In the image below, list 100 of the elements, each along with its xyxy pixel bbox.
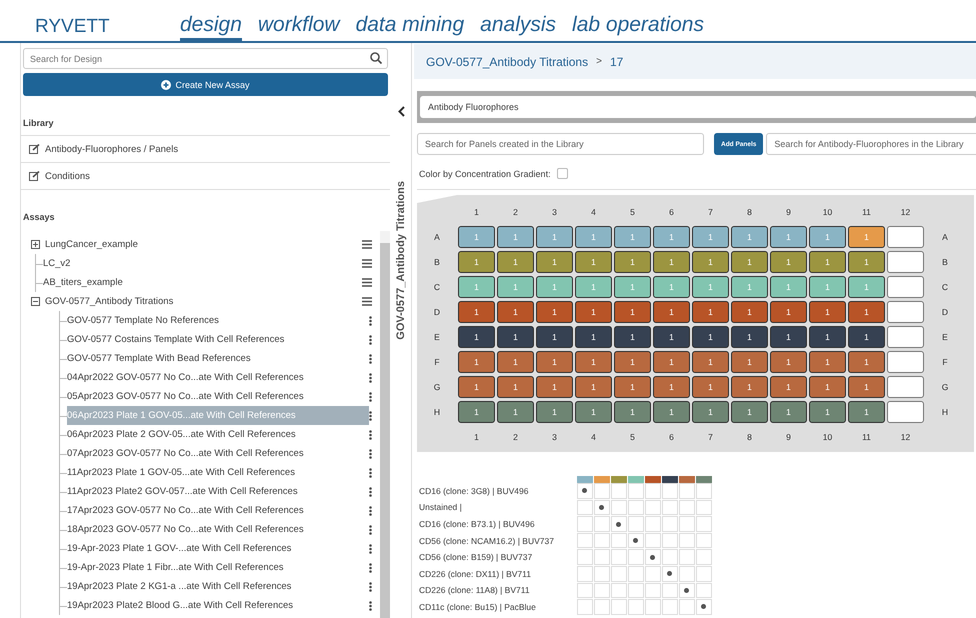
- plate-well[interactable]: 1: [575, 300, 612, 323]
- more-options-icon[interactable]: [369, 334, 372, 344]
- assignment-cell[interactable]: [662, 582, 678, 598]
- assignment-cell[interactable]: [576, 483, 592, 499]
- assignment-cell[interactable]: [662, 599, 678, 615]
- plate-well[interactable]: 1: [692, 351, 729, 374]
- plate-well[interactable]: [887, 351, 924, 374]
- collapse-icon[interactable]: [31, 297, 40, 306]
- plate-well[interactable]: 1: [770, 300, 807, 323]
- plate-well[interactable]: 1: [692, 300, 729, 323]
- more-options-icon[interactable]: [369, 524, 372, 534]
- assignment-cell[interactable]: [644, 516, 660, 532]
- more-options-icon[interactable]: [369, 562, 372, 572]
- plate-well[interactable]: 1: [614, 326, 651, 348]
- plate-well[interactable]: 1: [692, 226, 729, 248]
- plate-well[interactable]: 1: [536, 226, 573, 248]
- tree-item[interactable]: 17Apr2023 GOV-0577 No Co...ate With Cell References: [67, 501, 369, 520]
- plate-well[interactable]: 1: [848, 250, 885, 273]
- nav-tab[interactable]: data mining: [356, 13, 464, 41]
- plate-well[interactable]: 1: [575, 250, 612, 273]
- assignment-cell[interactable]: [644, 500, 660, 516]
- fluorophore-search-field[interactable]: Search for Antibody-Fluorophores in the Library: [766, 133, 976, 155]
- plate-well[interactable]: 1: [731, 300, 768, 323]
- assignment-cell[interactable]: [662, 549, 678, 565]
- plate-well[interactable]: 1: [731, 376, 768, 398]
- assignment-cell[interactable]: [696, 516, 712, 532]
- assignment-cell[interactable]: [594, 516, 610, 532]
- assignment-cell[interactable]: [678, 483, 694, 499]
- assignment-cell[interactable]: [662, 516, 678, 532]
- assignment-cell[interactable]: [576, 500, 592, 516]
- more-options-icon[interactable]: [369, 448, 372, 458]
- plate-well[interactable]: 1: [614, 300, 651, 323]
- assignment-cell[interactable]: [610, 483, 626, 499]
- plate-well[interactable]: 1: [614, 401, 651, 424]
- plate-well[interactable]: 1: [692, 376, 729, 398]
- more-options-icon[interactable]: [369, 430, 372, 440]
- plate-well[interactable]: 1: [692, 326, 729, 348]
- plate-well[interactable]: 1: [653, 376, 690, 398]
- app-logo[interactable]: RYVETT: [35, 16, 180, 41]
- plate-well[interactable]: 1: [731, 401, 768, 424]
- plate-well[interactable]: 1: [614, 250, 651, 273]
- plate-well[interactable]: 1: [458, 226, 495, 248]
- plate-well[interactable]: 1: [536, 250, 573, 273]
- assignment-cell[interactable]: [628, 549, 644, 565]
- library-item[interactable]: Antibody-Fluorophores / Panels: [21, 135, 390, 162]
- tree-item[interactable]: GOV-0577 Template With Bead References: [67, 349, 369, 368]
- plate-well[interactable]: 1: [497, 326, 534, 348]
- plate-well[interactable]: 1: [809, 351, 846, 374]
- more-options-icon[interactable]: [369, 486, 372, 496]
- assignment-cell[interactable]: [644, 532, 660, 548]
- plate-well[interactable]: 1: [809, 226, 846, 248]
- assignment-cell[interactable]: [696, 566, 712, 582]
- plate-well[interactable]: [887, 250, 924, 273]
- assignment-cell[interactable]: [662, 566, 678, 582]
- assignment-cell[interactable]: [594, 532, 610, 548]
- assignment-cell[interactable]: [610, 566, 626, 582]
- plate-well[interactable]: [887, 300, 924, 323]
- scrollbar[interactable]: [380, 231, 390, 618]
- plate-well[interactable]: [887, 226, 924, 248]
- assignment-cell[interactable]: [644, 566, 660, 582]
- assignment-cell[interactable]: [628, 566, 644, 582]
- more-options-icon[interactable]: [369, 392, 372, 402]
- assignment-cell[interactable]: [594, 500, 610, 516]
- tree-item[interactable]: AB_titers_example: [31, 273, 380, 292]
- section-field[interactable]: Antibody Fluorophores: [420, 96, 976, 118]
- plate-well[interactable]: 1: [575, 326, 612, 348]
- assignment-cell[interactable]: [594, 582, 610, 598]
- assignment-cell[interactable]: [678, 516, 694, 532]
- tree-item[interactable]: 19Apr2023 Plate 2 KG1-a ...ate With Cell References: [67, 577, 369, 596]
- assignment-cell[interactable]: [696, 582, 712, 598]
- assignment-cell[interactable]: [678, 582, 694, 598]
- menu-icon[interactable]: [362, 278, 372, 287]
- plate-well[interactable]: 1: [848, 351, 885, 374]
- menu-icon[interactable]: [362, 259, 372, 268]
- assignment-cell[interactable]: [662, 532, 678, 548]
- plate-well[interactable]: 1: [458, 326, 495, 348]
- assignment-cell[interactable]: [576, 582, 592, 598]
- plate-well[interactable]: 1: [614, 226, 651, 248]
- plate-well[interactable]: 1: [536, 326, 573, 348]
- plate-well[interactable]: 1: [692, 401, 729, 424]
- assignment-cell[interactable]: [610, 500, 626, 516]
- plate-well[interactable]: 1: [848, 226, 885, 248]
- assignment-cell[interactable]: [594, 483, 610, 499]
- plate-well[interactable]: 1: [497, 300, 534, 323]
- plate-well[interactable]: 1: [653, 226, 690, 248]
- tree-item[interactable]: 18Apr2023 GOV-0577 No Co...ate With Cell References: [67, 520, 369, 539]
- tree-item[interactable]: GOV-0577_Antibody Titrations: [31, 292, 380, 311]
- assignment-cell[interactable]: [628, 500, 644, 516]
- create-assay-button[interactable]: Create New Assay: [23, 73, 388, 96]
- assignment-cell[interactable]: [576, 566, 592, 582]
- nav-tab[interactable]: design: [180, 13, 242, 41]
- plate-well[interactable]: 1: [848, 326, 885, 348]
- plate-well[interactable]: 1: [770, 376, 807, 398]
- plate-well[interactable]: 1: [770, 326, 807, 348]
- plate-well[interactable]: 1: [458, 300, 495, 323]
- plate-well[interactable]: 1: [536, 300, 573, 323]
- assignment-cell[interactable]: [696, 599, 712, 615]
- nav-tab[interactable]: workflow: [258, 13, 340, 41]
- plate-well[interactable]: 1: [497, 401, 534, 424]
- more-options-icon[interactable]: [369, 544, 372, 554]
